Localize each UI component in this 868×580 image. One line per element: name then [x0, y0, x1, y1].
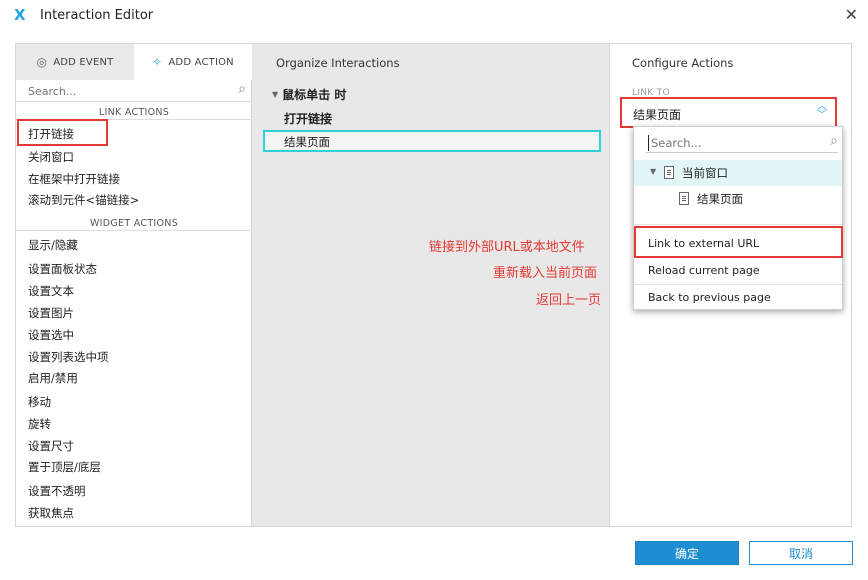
- divider: [634, 284, 842, 285]
- search-icon: ⌕: [830, 133, 838, 149]
- updown-chevron-icon: ︿ ﹀: [817, 101, 827, 121]
- tree-item-current-window[interactable]: ▼ 当前窗口: [634, 160, 842, 186]
- ok-button[interactable]: 确定: [635, 541, 739, 565]
- expand-triangle-icon[interactable]: ▼: [650, 167, 656, 176]
- sparkle-icon: ✧: [152, 55, 163, 69]
- link-to-select[interactable]: 结果页面 ︿ ﹀: [620, 97, 837, 128]
- section-heading-widget-actions: WIDGET ACTIONS: [89, 218, 179, 229]
- action-item-scroll-to-widget[interactable]: 滚动到元件<锚链接>: [28, 192, 139, 208]
- action-item-set-panel-state[interactable]: 设置面板状态: [28, 261, 97, 277]
- action-item-set-selected[interactable]: 设置选中: [28, 327, 74, 343]
- event-label: 鼠标单击 时: [282, 88, 347, 102]
- window-title: Interaction Editor: [40, 8, 154, 23]
- tree-item-label: 结果页面: [697, 192, 743, 206]
- section-heading-link-actions: LINK ACTIONS: [98, 107, 170, 118]
- action-item-set-image[interactable]: 设置图片: [28, 305, 74, 321]
- target-row-selected[interactable]: 结果页面: [263, 130, 601, 152]
- page-icon: [664, 166, 674, 179]
- dropdown-search: ⌕: [646, 133, 838, 153]
- action-item-move[interactable]: 移动: [28, 394, 51, 410]
- tree-item-result-page[interactable]: 结果页面: [634, 186, 842, 212]
- close-icon[interactable]: ✕: [845, 5, 858, 24]
- tab-bar: ◎ ADD EVENT ✧ ADD ACTION: [16, 44, 252, 80]
- dropdown-search-input[interactable]: [648, 135, 808, 151]
- divider: [16, 230, 252, 231]
- action-search: ⌕: [16, 80, 252, 102]
- search-icon: ⌕: [238, 81, 246, 97]
- tab-add-action-label: ADD ACTION: [168, 56, 234, 68]
- action-item-set-text[interactable]: 设置文本: [28, 283, 74, 299]
- annotation-reload-page: 重新载入当前页面: [493, 266, 598, 281]
- action-item-set-size[interactable]: 设置尺寸: [28, 438, 74, 454]
- tab-add-event[interactable]: ◎ ADD EVENT: [16, 44, 134, 80]
- event-row[interactable]: ▼ 鼠标单击 时: [272, 86, 346, 103]
- action-row[interactable]: 打开链接: [284, 110, 332, 127]
- page-icon: [679, 192, 689, 205]
- tab-add-event-label: ADD EVENT: [53, 56, 114, 68]
- panel-title: Organize Interactions: [276, 56, 400, 70]
- option-reload-current-page[interactable]: Reload current page: [648, 264, 760, 277]
- action-item-set-opacity[interactable]: 设置不透明: [28, 483, 86, 499]
- action-item-open-in-frame[interactable]: 在框架中打开链接: [28, 171, 120, 187]
- annotation-back-page: 返回上一页: [536, 293, 602, 308]
- action-item-set-list-selected[interactable]: 设置列表选中项: [28, 349, 109, 365]
- highlight-box: [17, 119, 108, 146]
- organize-interactions-panel: Organize Interactions ▼ 鼠标单击 时 打开链接 结果页面: [252, 44, 610, 526]
- axure-logo-icon: X: [14, 6, 26, 24]
- action-item-rotate[interactable]: 旋转: [28, 416, 51, 432]
- action-search-input[interactable]: [28, 83, 218, 99]
- action-item-enable-disable[interactable]: 启用/禁用: [28, 370, 78, 386]
- action-item-bring-front-back[interactable]: 置于顶层/底层: [28, 459, 101, 475]
- event-icon: ◎: [36, 55, 48, 69]
- divider: [634, 224, 842, 225]
- link-to-dropdown: ⌕ ▼ 当前窗口 结果页面 Link to external URL Reloa…: [633, 126, 843, 310]
- tab-add-action[interactable]: ✧ ADD ACTION: [134, 44, 252, 80]
- collapse-triangle-icon[interactable]: ▼: [272, 90, 278, 99]
- cancel-button[interactable]: 取消: [749, 541, 853, 565]
- action-item-show-hide[interactable]: 显示/隐藏: [28, 237, 78, 253]
- action-item-focus[interactable]: 获取焦点: [28, 505, 74, 521]
- highlight-box: [634, 226, 843, 258]
- link-to-selected-value: 结果页面: [633, 108, 682, 122]
- title-bar: X Interaction Editor ✕: [0, 0, 868, 30]
- annotation-external-url: 链接到外部URL或本地文件: [429, 240, 585, 255]
- actions-panel: ◎ ADD EVENT ✧ ADD ACTION ⌕ LINK ACTIONS …: [16, 44, 252, 526]
- action-item-close-window[interactable]: 关闭窗口: [28, 149, 74, 165]
- tree-item-label: 当前窗口: [682, 166, 728, 180]
- option-back-previous-page[interactable]: Back to previous page: [648, 291, 771, 304]
- panel-title: Configure Actions: [632, 56, 734, 70]
